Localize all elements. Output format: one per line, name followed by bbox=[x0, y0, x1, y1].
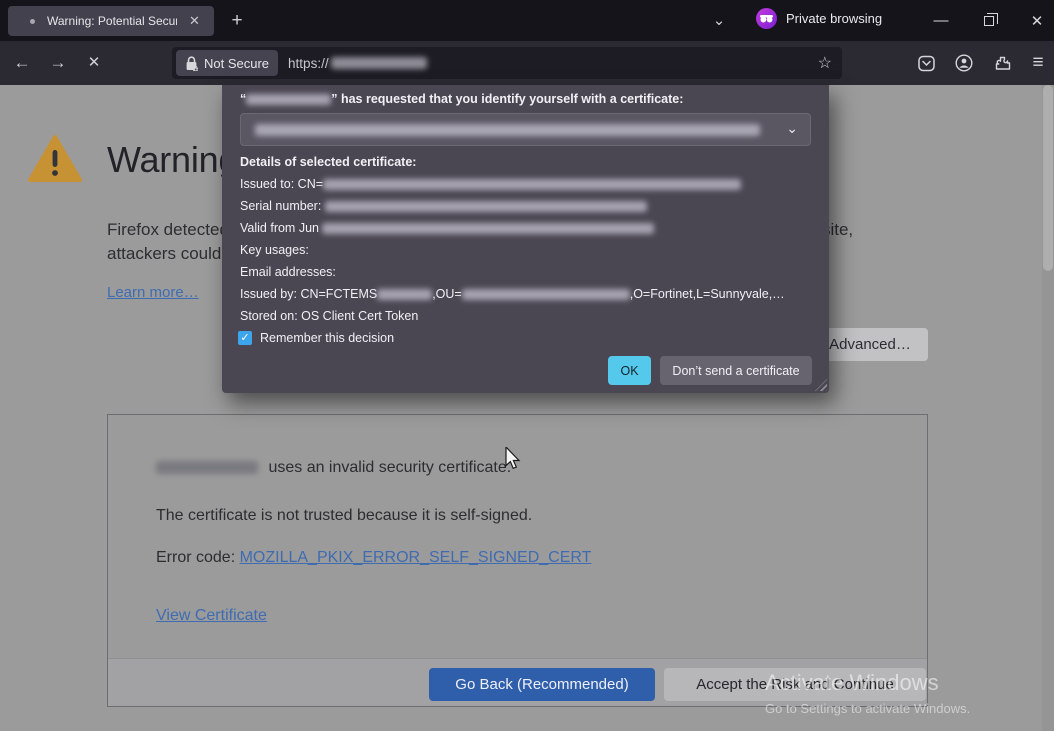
email-addresses-row: Email addresses: bbox=[240, 265, 336, 279]
view-certificate-link[interactable]: View Certificate bbox=[156, 607, 267, 624]
error-code-line: Error code: MOZILLA_PKIX_ERROR_SELF_SIGN… bbox=[156, 549, 592, 566]
certificate-dropdown[interactable]: ⌄ bbox=[240, 113, 811, 146]
stored-on-row: Stored on: OS Client Cert Token bbox=[240, 309, 419, 323]
dialog-title: “” has requested that you identify yours… bbox=[240, 92, 684, 106]
minimize-button[interactable]: — bbox=[918, 0, 964, 41]
view-certificate-line: View Certificate bbox=[156, 607, 267, 625]
account-icon[interactable] bbox=[952, 51, 976, 75]
page-scrollbar[interactable] bbox=[1042, 85, 1054, 731]
certificate-request-dialog: “” has requested that you identify yours… bbox=[222, 85, 829, 393]
private-browsing-badge: Private browsing bbox=[756, 8, 882, 29]
key-usages-row: Key usages: bbox=[240, 243, 309, 257]
advanced-button[interactable]: Advanced… bbox=[812, 328, 928, 361]
activate-windows-subtext: Go to Settings to activate Windows. bbox=[765, 701, 971, 716]
tab-title: Warning: Potential Security Risk bbox=[47, 14, 177, 28]
issued-by-row: Issued by: CN=FCTEMS ,OU= ,O=Fortinet,L=Su… bbox=[240, 287, 785, 301]
title-bar: Warning: Potential Security Risk ✕ + ⌄ P… bbox=[0, 0, 1054, 41]
ok-button[interactable]: OK bbox=[608, 356, 651, 385]
close-window-button[interactable]: ✕ bbox=[1014, 0, 1054, 41]
insecure-lock-icon bbox=[186, 55, 198, 71]
url-bar[interactable]: Not Secure https:// ☆ bbox=[172, 47, 842, 79]
tab-warning-security-risk[interactable]: Warning: Potential Security Risk ✕ bbox=[8, 6, 214, 36]
tab-close-icon[interactable]: ✕ bbox=[185, 11, 204, 31]
browser-window: Warning: Potential Security Risk ✕ + ⌄ P… bbox=[0, 0, 1054, 731]
site-security-chip[interactable]: Not Secure bbox=[176, 50, 279, 76]
remember-label: Remember this decision bbox=[260, 331, 395, 345]
dialog-resize-grip[interactable] bbox=[815, 379, 827, 391]
not-secure-label: Not Secure bbox=[204, 55, 270, 71]
valid-from-row: Valid from Jun bbox=[240, 221, 655, 235]
learn-more-link[interactable]: Learn more… bbox=[107, 284, 199, 301]
stop-button[interactable]: ✕ bbox=[80, 51, 108, 75]
remember-decision-row[interactable]: ✓ Remember this decision bbox=[238, 331, 394, 345]
go-back-button[interactable]: Go Back (Recommended) bbox=[429, 668, 655, 701]
redacted-serial bbox=[324, 201, 647, 213]
redacted-issued-to bbox=[323, 179, 742, 191]
error-code-link[interactable]: MOZILLA_PKIX_ERROR_SELF_SIGNED_CERT bbox=[240, 549, 592, 566]
redacted-certificate-name bbox=[255, 123, 760, 136]
navigation-toolbar: ← → ✕ Not Secure https:// ☆ ≡ bbox=[0, 41, 1054, 85]
redacted-requesting-host bbox=[246, 94, 332, 106]
warning-triangle-icon bbox=[28, 135, 82, 188]
not-trusted-line: The certificate is not trusted because i… bbox=[156, 507, 533, 524]
redacted-site-name bbox=[156, 461, 258, 475]
forward-button[interactable]: → bbox=[44, 51, 72, 75]
redacted-validity bbox=[322, 223, 655, 235]
tab-list-chevron-icon[interactable]: ⌄ bbox=[706, 9, 732, 33]
private-browsing-label: Private browsing bbox=[786, 11, 883, 26]
activate-windows-watermark: Activate Windows bbox=[765, 670, 939, 695]
scrollbar-thumb[interactable] bbox=[1043, 85, 1053, 271]
details-heading: Details of selected certificate: bbox=[240, 155, 417, 169]
private-browsing-mask-icon bbox=[756, 8, 777, 29]
redacted-issuer-ou bbox=[461, 289, 630, 301]
redacted-issuer-cn bbox=[377, 289, 433, 301]
dropdown-chevron-icon: ⌄ bbox=[786, 120, 798, 136]
invalid-cert-line: uses an invalid security certificate. bbox=[156, 459, 511, 477]
issued-to-row: Issued to: CN= bbox=[240, 177, 742, 191]
back-button[interactable]: ← bbox=[8, 51, 36, 75]
restore-window-button[interactable] bbox=[966, 0, 1012, 41]
pocket-icon[interactable] bbox=[914, 51, 938, 75]
tab-favicon-dot-icon bbox=[30, 18, 35, 24]
redacted-url bbox=[330, 57, 427, 69]
hamburger-menu-icon[interactable]: ≡ bbox=[1026, 51, 1050, 75]
new-tab-button[interactable]: + bbox=[224, 9, 250, 33]
checkbox-checked-icon[interactable]: ✓ bbox=[238, 331, 252, 345]
url-scheme: https:// bbox=[288, 55, 329, 71]
serial-number-row: Serial number: bbox=[240, 199, 647, 213]
dont-send-certificate-button[interactable]: Don’t send a certificate bbox=[660, 356, 812, 385]
restore-icon bbox=[984, 12, 998, 26]
extensions-puzzle-icon[interactable] bbox=[990, 51, 1014, 75]
mouse-cursor bbox=[505, 445, 527, 476]
bookmark-star-icon[interactable]: ☆ bbox=[818, 53, 832, 73]
